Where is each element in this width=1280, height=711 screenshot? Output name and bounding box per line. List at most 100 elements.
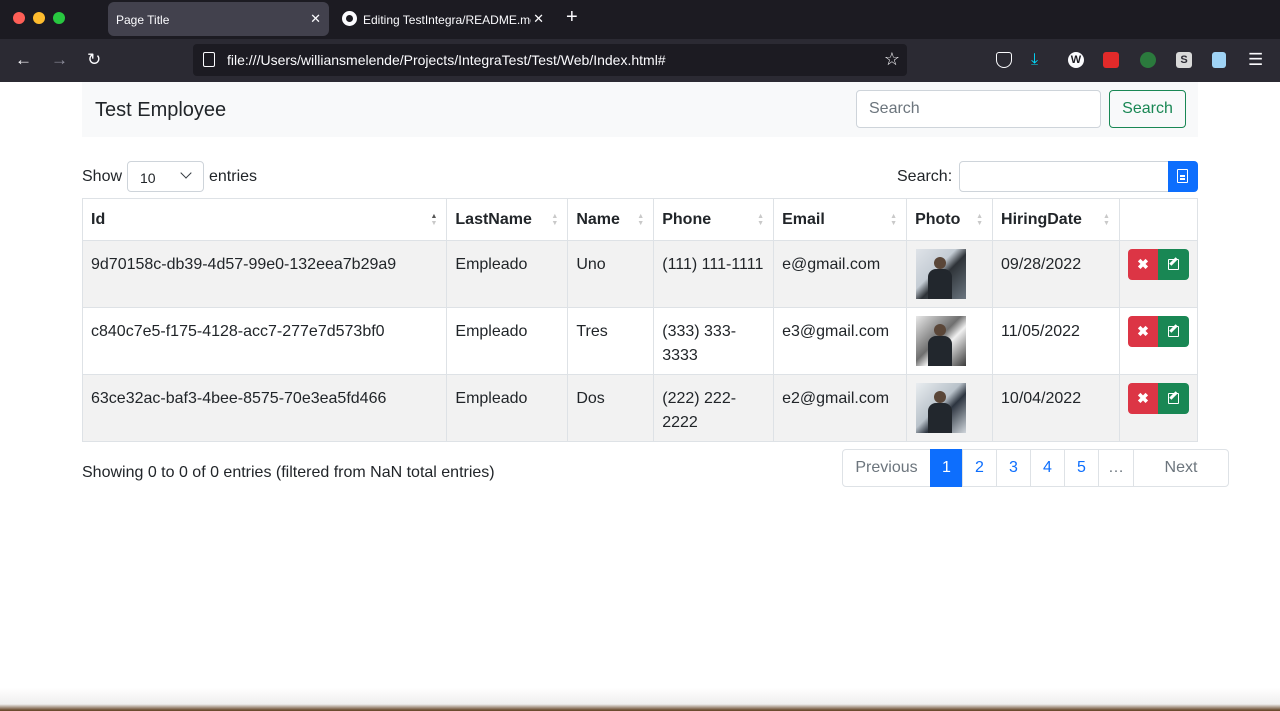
brand-title[interactable]: Test Employee [95, 99, 226, 122]
cell-id: c840c7e5-f175-4128-acc7-277e7d573bf0 [81, 307, 448, 375]
s-extension-icon[interactable]: S [1176, 52, 1192, 68]
edit-button[interactable] [1157, 383, 1189, 414]
cell-lastname: Empleado [446, 240, 569, 308]
app-navbar: Test Employee Search [82, 82, 1198, 137]
table-filter-input[interactable] [959, 161, 1169, 192]
cell-phone: (111) 111-1111 [653, 240, 775, 308]
forward-arrow-icon[interactable]: → [51, 50, 68, 70]
pocket-icon[interactable] [996, 52, 1012, 68]
column-header-lastname[interactable]: LastName ▲ ▼ [446, 198, 569, 241]
address-bar[interactable]: file:///Users/williansmelende/Projects/I… [193, 44, 907, 76]
window-bottom-edge [0, 688, 1280, 711]
delete-button[interactable]: ✖ [1127, 249, 1158, 280]
tab-title: Page Title [116, 13, 170, 27]
sort-icon: ▲ ▼ [757, 213, 765, 227]
browser-tab-bar: Page Title ✕ Editing TestIntegra/README.… [0, 0, 1280, 39]
window-minimize-button[interactable] [33, 12, 45, 24]
cell-lastname: Empleado [446, 374, 569, 442]
page-length-select[interactable]: 10 [127, 161, 204, 192]
column-header-email[interactable]: Email ▲ ▼ [773, 198, 908, 241]
cell-phone: (222) 222-2222 [653, 374, 775, 442]
table-row: c840c7e5-f175-4128-acc7-277e7d573bf0 Emp… [81, 307, 1199, 375]
pagination-previous[interactable]: Previous [842, 449, 931, 487]
export-button[interactable] [1168, 161, 1198, 192]
pagination-page-4[interactable]: 4 [1030, 449, 1065, 487]
pagination: Previous 1 2 3 4 5 … Next [842, 449, 1229, 487]
column-header-photo[interactable]: Photo ▲ ▼ [906, 198, 994, 241]
download-icon[interactable]: ⤓ [1031, 50, 1038, 70]
show-label: Show [82, 168, 123, 185]
sort-icon: ▲ ▼ [430, 213, 438, 227]
entries-label: entries [209, 168, 258, 185]
sort-icon: ▲ ▼ [1103, 213, 1110, 227]
cell-actions: ✖ [1118, 240, 1199, 308]
filter-label: Search: [897, 168, 953, 185]
column-header-actions [1118, 198, 1199, 241]
edit-icon [1167, 259, 1179, 270]
bookmark-star-icon[interactable]: ☆ [884, 49, 900, 70]
close-icon[interactable]: ✕ [310, 11, 321, 27]
navbar-search-button[interactable]: Search [1109, 90, 1186, 128]
cell-photo [906, 307, 994, 375]
column-header-id[interactable]: Id ▲ ▼ [81, 198, 448, 241]
reload-icon[interactable]: ↻ [87, 50, 101, 70]
employee-table: Id ▲ ▼ LastName ▲ ▼ Name ▲ ▼ Phone ▲ ▼ Email ▲ ▼ P… [81, 198, 1199, 442]
table-row: 9d70158c-db39-4d57-99e0-132eea7b29a9 Emp… [81, 240, 1199, 308]
employee-photo [916, 316, 967, 366]
url-text[interactable]: file:///Users/williansmelende/Projects/I… [227, 52, 666, 68]
cell-name: Dos [567, 374, 655, 442]
edit-button[interactable] [1157, 316, 1189, 347]
window-zoom-button[interactable] [53, 12, 65, 24]
cell-email: e2@gmail.com [773, 374, 908, 442]
employee-photo [916, 383, 967, 433]
cell-photo [906, 240, 994, 308]
pagination-page-5[interactable]: 5 [1064, 449, 1099, 487]
edit-icon [1167, 326, 1179, 337]
delete-button[interactable]: ✖ [1127, 383, 1158, 414]
cell-email: e@gmail.com [773, 240, 908, 308]
pagination-ellipsis: … [1098, 449, 1134, 487]
window-close-button[interactable] [13, 12, 25, 24]
cell-actions: ✖ [1118, 374, 1199, 442]
new-tab-icon[interactable]: + [566, 6, 578, 29]
cell-lastname: Empleado [446, 307, 569, 375]
pagination-next[interactable]: Next [1133, 449, 1229, 487]
edit-button[interactable] [1157, 249, 1189, 280]
back-arrow-icon[interactable]: ← [15, 50, 32, 70]
w-extension-icon[interactable]: W [1068, 52, 1084, 68]
table-info: Showing 0 to 0 of 0 entries (filtered fr… [82, 464, 495, 481]
chevron-down-icon [180, 167, 192, 179]
cell-hiringdate: 10/04/2022 [992, 374, 1120, 442]
browser-tab-active[interactable]: Page Title ✕ [108, 2, 329, 36]
navbar-search-input[interactable] [856, 90, 1101, 128]
cell-hiringdate: 09/28/2022 [992, 240, 1120, 308]
cell-name: Uno [567, 240, 655, 308]
browser-tab-github[interactable]: Editing TestIntegra/README.md ✕ [336, 2, 552, 36]
delete-button[interactable]: ✖ [1127, 316, 1158, 347]
column-header-hiringdate[interactable]: HiringDate ▲ ▼ [992, 198, 1120, 241]
cell-name: Tres [567, 307, 655, 375]
tab-title: Editing TestIntegra/README.md [363, 13, 531, 27]
green-extension-icon[interactable] [1140, 52, 1156, 68]
document-icon [1177, 169, 1188, 183]
page-icon [203, 52, 215, 67]
page-length-value: 10 [140, 170, 156, 186]
cell-email: e3@gmail.com [773, 307, 908, 375]
pagination-page-3[interactable]: 3 [996, 449, 1031, 487]
cell-actions: ✖ [1118, 307, 1199, 375]
sort-icon: ▲ ▼ [637, 213, 645, 227]
cell-hiringdate: 11/05/2022 [992, 307, 1120, 375]
red-extension-icon[interactable] [1103, 52, 1119, 68]
pagination-page-1[interactable]: 1 [930, 449, 963, 487]
cell-id: 9d70158c-db39-4d57-99e0-132eea7b29a9 [81, 240, 448, 308]
cell-id: 63ce32ac-baf3-4bee-8575-70e3ea5fd466 [81, 374, 448, 442]
column-header-name[interactable]: Name ▲ ▼ [567, 198, 655, 241]
pagination-page-2[interactable]: 2 [962, 449, 997, 487]
sort-icon: ▲ ▼ [890, 213, 898, 227]
cell-photo [906, 374, 994, 442]
menu-icon[interactable]: ☰ [1248, 50, 1263, 70]
close-icon[interactable]: ✕ [533, 11, 544, 27]
column-header-phone[interactable]: Phone ▲ ▼ [653, 198, 775, 241]
table-row: 63ce32ac-baf3-4bee-8575-70e3ea5fd466 Emp… [81, 374, 1199, 442]
sidebar-extension-icon[interactable] [1212, 52, 1226, 68]
